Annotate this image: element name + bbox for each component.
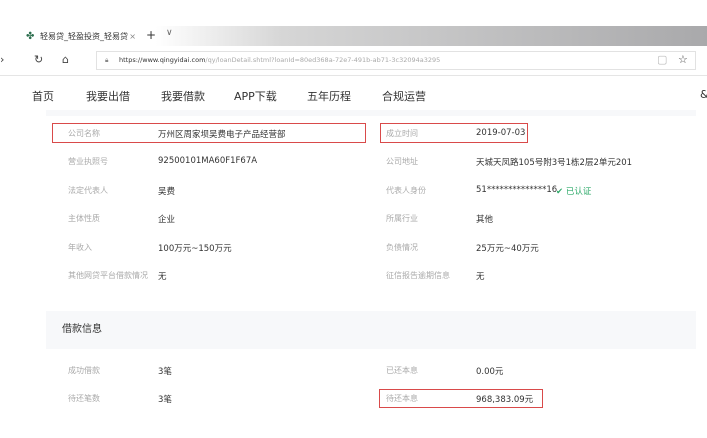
close-tab-icon[interactable]: × <box>129 28 136 46</box>
browser-tab[interactable]: ✤ 轻易贷_轻盈投资_轻易贷 × <box>22 28 140 46</box>
field-label: 公司地址 <box>386 157 418 166</box>
favicon-icon: ✤ <box>26 31 35 42</box>
verified-badge: ✔ 已认证 <box>556 185 591 197</box>
field-value: 100万元~150万元 <box>158 244 232 254</box>
tab-title: 轻易贷_轻盈投资_轻易贷 <box>40 32 128 41</box>
field-value: 其他 <box>476 215 494 225</box>
field-value: 天城天凤路105号附3号1栋2层2单元201 <box>476 158 633 168</box>
forward-icon[interactable]: › <box>0 53 4 66</box>
nav-history[interactable]: 五年历程 <box>307 88 351 104</box>
field-label: 待还笔数 <box>68 394 100 403</box>
main-nav: 首页 我要出借 我要借款 APP下载 五年历程 合规运营 & <box>0 88 707 108</box>
field-value: 51**************16 <box>476 185 558 195</box>
reading-view-icon[interactable]: ▢ <box>657 53 667 66</box>
field-value: 3笔 <box>158 395 172 405</box>
field-label: 主体性质 <box>68 214 100 223</box>
field-label: 营业执照号 <box>68 157 108 166</box>
lock-icon: 🔒︎ <box>105 56 109 64</box>
field-label: 所属行业 <box>386 214 418 223</box>
field-label: 法定代表人 <box>68 186 108 195</box>
highlight-pending-repayment <box>379 389 543 408</box>
field-label: 年收入 <box>68 243 92 252</box>
nav-home[interactable]: 首页 <box>32 88 54 104</box>
verified-label: 已认证 <box>565 187 592 197</box>
field-label: 代表人身份 <box>386 186 426 195</box>
check-circle-icon: ✔ <box>556 187 564 197</box>
field-label: 负债情况 <box>386 243 418 252</box>
address-toolbar: › ↻ ⌂ 🔒︎ https://www.qingyidai.com/qy/lo… <box>0 46 707 76</box>
field-label: 征信报告逾期信息 <box>386 271 450 280</box>
chevron-down-icon[interactable]: ∨ <box>166 28 173 38</box>
url-domain: https://www.qingyidai.com <box>119 56 206 64</box>
url-bar[interactable]: 🔒︎ https://www.qingyidai.com/qy/loanDeta… <box>96 51 696 70</box>
home-icon[interactable]: ⌂ <box>62 53 69 66</box>
field-value: 吴费 <box>158 187 176 197</box>
nav-borrow[interactable]: 我要借款 <box>161 88 205 104</box>
field-label: 其他网贷平台借款情况 <box>68 271 148 280</box>
tab-bar: ✤ 轻易贷_轻盈投资_轻易贷 × + ∨ <box>0 26 707 46</box>
refresh-icon[interactable]: ↻ <box>34 53 43 66</box>
favorite-star-icon[interactable]: ☆ <box>678 53 688 66</box>
new-tab-button[interactable]: + <box>146 28 156 42</box>
nav-app-download[interactable]: APP下载 <box>234 88 277 104</box>
highlight-company-name <box>52 123 366 143</box>
field-value: 企业 <box>158 215 176 225</box>
nav-lend[interactable]: 我要出借 <box>86 88 130 104</box>
highlight-established-date <box>380 123 528 143</box>
field-value: 92500101MA60F1F67A <box>158 156 258 166</box>
field-value: 25万元~40万元 <box>476 244 539 254</box>
field-value: 无 <box>476 272 485 282</box>
field-value: 0.00元 <box>476 367 504 377</box>
url-path: /qy/loanDetail.shtml?loanId=80ed368a-72e… <box>205 56 441 64</box>
panel-top <box>46 110 696 116</box>
nav-compliance[interactable]: 合规运营 <box>382 88 426 104</box>
user-icon[interactable]: & <box>700 88 707 101</box>
field-label: 成功借款 <box>68 366 100 375</box>
field-value: 3笔 <box>158 367 172 377</box>
section-title: 借款信息 <box>46 311 696 349</box>
field-value: 无 <box>158 272 167 282</box>
field-label: 已还本息 <box>386 366 418 375</box>
